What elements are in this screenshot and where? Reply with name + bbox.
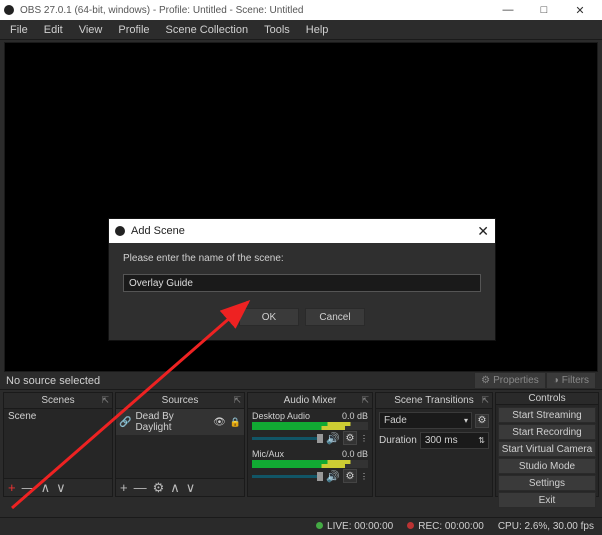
status-bar: LIVE: 00:00:00 REC: 00:00:00 CPU: 2.6%, … xyxy=(0,517,602,535)
minimize-button[interactable]: — xyxy=(490,0,526,20)
scenes-header: Scenes⇱ xyxy=(4,393,112,409)
dialog-close-button[interactable]: ✕ xyxy=(477,223,489,240)
channel-gear-button[interactable]: ⚙ xyxy=(343,431,357,445)
source-item[interactable]: 🔗 Dead By Daylight 👁 🔒 xyxy=(116,409,244,435)
source-up-button[interactable]: ∧ xyxy=(170,480,180,496)
duration-label: Duration xyxy=(379,435,417,446)
lock-icon[interactable]: 🔒 xyxy=(230,417,241,428)
filter-icon: ◑ xyxy=(553,375,559,386)
scene-down-button[interactable]: ∨ xyxy=(56,480,66,496)
live-dot-icon xyxy=(316,522,323,529)
scenes-toolbar: + — ∧ ∨ xyxy=(4,478,112,496)
add-source-button[interactable]: + xyxy=(120,480,128,495)
source-down-button[interactable]: ∨ xyxy=(186,480,196,496)
no-source-label: No source selected xyxy=(6,375,100,387)
audio-mixer-panel: Audio Mixer⇱ Desktop Audio 0.0 dB 🔊 ⚙ ⋮ M… xyxy=(247,392,373,497)
menu-view[interactable]: View xyxy=(71,24,111,36)
volume-slider[interactable] xyxy=(252,475,323,478)
dialog-prompt: Please enter the name of the scene: xyxy=(123,253,481,264)
remove-source-button[interactable]: — xyxy=(134,480,147,495)
transition-gear-button[interactable]: ⚙ xyxy=(475,414,489,428)
speaker-icon[interactable]: 🔊 xyxy=(326,432,340,445)
volume-slider[interactable] xyxy=(252,437,323,440)
source-settings-button[interactable]: ⚙ xyxy=(153,480,165,496)
speaker-icon[interactable]: 🔊 xyxy=(326,470,340,483)
controls-panel: Controls Start Streaming Start Recording… xyxy=(495,392,599,497)
scene-up-button[interactable]: ∧ xyxy=(41,480,51,496)
channel-db: 0.0 dB xyxy=(342,449,368,459)
menu-profile[interactable]: Profile xyxy=(110,24,157,36)
transition-select[interactable]: Fade▾ xyxy=(379,412,472,429)
audio-meter xyxy=(252,460,368,468)
channel-name: Mic/Aux xyxy=(252,449,284,459)
rec-dot-icon xyxy=(407,522,414,529)
dialog-title: Add Scene xyxy=(131,225,185,237)
menu-edit[interactable]: Edit xyxy=(36,24,71,36)
start-streaming-button[interactable]: Start Streaming xyxy=(498,407,596,423)
scenes-panel: Scenes⇱ Scene + — ∧ ∨ xyxy=(3,392,113,497)
popout-icon[interactable]: ⇱ xyxy=(481,395,489,406)
start-virtual-camera-button[interactable]: Start Virtual Camera xyxy=(498,441,596,457)
mixer-channel: Desktop Audio 0.0 dB 🔊 ⚙ ⋮ xyxy=(248,409,372,447)
menu-icon[interactable]: ⋮ xyxy=(360,472,368,481)
filters-button[interactable]: ◑Filters xyxy=(546,372,596,389)
transitions-panel: Scene Transitions⇱ Fade▾ ⚙ Duration 300 … xyxy=(375,392,493,497)
channel-db: 0.0 dB xyxy=(342,411,368,421)
chevron-down-icon: ▾ xyxy=(464,416,468,425)
mixer-header: Audio Mixer⇱ xyxy=(248,393,372,409)
menu-icon[interactable]: ⋮ xyxy=(360,434,368,443)
scene-name-input[interactable] xyxy=(123,274,481,292)
menu-tools[interactable]: Tools xyxy=(256,24,298,36)
start-recording-button[interactable]: Start Recording xyxy=(498,424,596,440)
window-title: OBS 27.0.1 (64-bit, windows) - Profile: … xyxy=(20,5,490,16)
source-label: Dead By Daylight xyxy=(135,411,209,433)
menu-scene-collection[interactable]: Scene Collection xyxy=(158,24,257,36)
gear-icon: ⚙ xyxy=(481,375,490,386)
cancel-button[interactable]: Cancel xyxy=(305,308,365,326)
cpu-status: CPU: 2.6%, 30.00 fps xyxy=(498,521,594,532)
live-status: LIVE: 00:00:00 xyxy=(316,521,393,532)
eye-icon[interactable]: 👁 xyxy=(213,417,226,428)
obs-logo-icon xyxy=(115,226,125,236)
dialog-titlebar: Add Scene ✕ xyxy=(109,219,495,243)
sources-panel: Sources⇱ 🔗 Dead By Daylight 👁 🔒 + — ⚙ ∧ … xyxy=(115,392,245,497)
studio-mode-button[interactable]: Studio Mode xyxy=(498,458,596,474)
menu-bar: File Edit View Profile Scene Collection … xyxy=(0,20,602,40)
add-scene-button[interactable]: + xyxy=(8,480,16,495)
mixer-channel: Mic/Aux 0.0 dB 🔊 ⚙ ⋮ xyxy=(248,447,372,485)
source-toolbar: No source selected ⚙Properties ◑Filters xyxy=(0,372,602,390)
remove-scene-button[interactable]: — xyxy=(22,480,35,495)
exit-button[interactable]: Exit xyxy=(498,492,596,508)
transitions-header: Scene Transitions⇱ xyxy=(376,393,492,409)
properties-button[interactable]: ⚙Properties xyxy=(474,372,546,389)
popout-icon[interactable]: ⇱ xyxy=(233,395,241,406)
window-titlebar: OBS 27.0.1 (64-bit, windows) - Profile: … xyxy=(0,0,602,20)
stepper-icon: ⇅ xyxy=(478,436,485,445)
menu-file[interactable]: File xyxy=(2,24,36,36)
obs-logo-icon xyxy=(4,5,14,15)
add-scene-dialog: Add Scene ✕ Please enter the name of the… xyxy=(108,218,496,341)
close-button[interactable]: ✕ xyxy=(562,0,598,20)
ok-button[interactable]: OK xyxy=(239,308,299,326)
maximize-button[interactable]: □ xyxy=(526,0,562,20)
popout-icon[interactable]: ⇱ xyxy=(361,395,369,406)
popout-icon[interactable]: ⇱ xyxy=(101,395,109,406)
link-icon: 🔗 xyxy=(119,417,131,428)
controls-header: Controls xyxy=(496,393,598,405)
sources-toolbar: + — ⚙ ∧ ∨ xyxy=(116,478,244,496)
settings-button[interactable]: Settings xyxy=(498,475,596,491)
channel-name: Desktop Audio xyxy=(252,411,310,421)
audio-meter xyxy=(252,422,368,430)
scene-item[interactable]: Scene xyxy=(4,409,112,424)
channel-gear-button[interactable]: ⚙ xyxy=(343,469,357,483)
duration-input[interactable]: 300 ms⇅ xyxy=(420,432,489,449)
sources-header: Sources⇱ xyxy=(116,393,244,409)
menu-help[interactable]: Help xyxy=(298,24,337,36)
rec-status: REC: 00:00:00 xyxy=(407,521,484,532)
